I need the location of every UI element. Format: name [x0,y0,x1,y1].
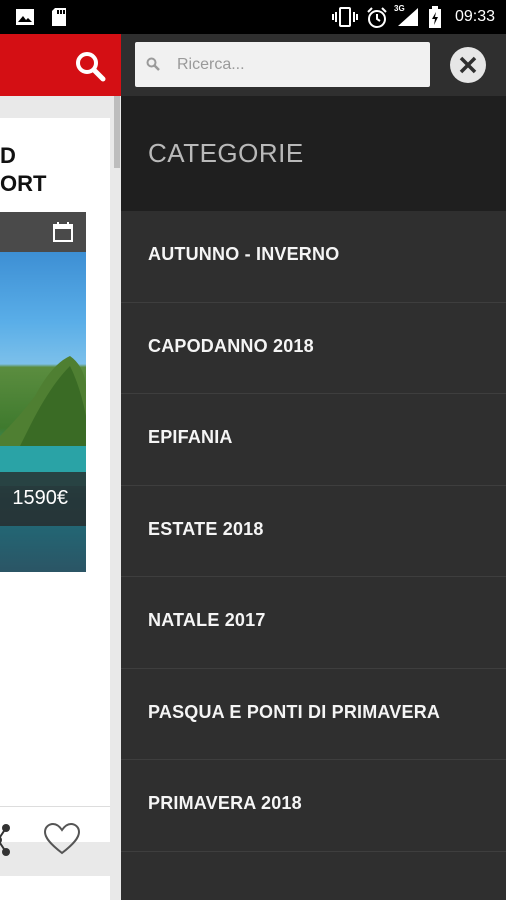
calendar-icon[interactable] [52,221,74,248]
category-item-epifania[interactable]: EPIFANIA [121,394,506,486]
network-type-label: 3G [394,4,405,13]
category-label: NATALE 2017 [148,610,266,630]
categories-header: CATEGORIE [121,96,506,211]
image-icon [15,7,35,32]
category-label: ESTATE 2018 [148,518,264,539]
drawer-search-bar [121,34,506,96]
search-box[interactable] [135,42,430,87]
search-icon [146,57,160,76]
category-label: PRIMAVERA 2018 [148,793,302,813]
search-icon[interactable] [73,49,107,83]
category-drawer: CATEGORIE AUTUNNO - INVERNO CAPODANNO 20… [121,34,506,900]
sd-card-icon [50,7,68,32]
background-app: D ORT 1590€ [0,34,121,900]
close-icon [459,56,477,74]
vibrate-icon [332,7,358,32]
category-item-autunno-inverno[interactable]: AUTUNNO - INVERNO [121,211,506,303]
status-time: 09:33 [454,8,495,25]
signal-icon: 3G [394,4,420,32]
card-divider [0,806,110,807]
category-list: AUTUNNO - INVERNO CAPODANNO 2018 EPIFANI… [121,211,506,852]
scrollbar[interactable] [114,96,120,168]
category-label: PASQUA E PONTI DI PRIMAVERA [148,701,441,722]
offer-image: 1590€ [0,252,86,572]
close-button[interactable] [450,47,486,83]
search-input[interactable] [177,42,422,87]
category-item-primavera-2018[interactable]: PRIMAVERA 2018 [121,760,506,852]
app-header [0,34,121,96]
price-box: 1590€ [0,472,86,526]
share-icon[interactable] [0,822,14,863]
category-label: AUTUNNO - INVERNO [148,244,340,264]
offer-price: 1590€ [12,487,68,509]
category-item-capodanno-2018[interactable]: CAPODANNO 2018 [121,303,506,394]
status-bar: 3G 09:33 [0,0,506,34]
categories-title: CATEGORIE [148,138,304,168]
alarm-icon [366,7,388,34]
category-item-pasqua-ponti-primavera[interactable]: PASQUA E PONTI DI PRIMAVERA [121,669,506,760]
date-bar [0,212,86,252]
heart-icon[interactable] [43,822,81,861]
island-illustration [0,356,86,486]
battery-charging-icon [428,6,442,33]
offer-card[interactable]: D ORT 1590€ [0,118,110,856]
category-item-natale-2017[interactable]: NATALE 2017 [121,577,506,669]
offer-card-next[interactable] [0,876,110,900]
category-label: CAPODANNO 2018 [148,335,314,356]
category-label: EPIFANIA [148,427,233,447]
offer-title: D ORT [0,143,47,196]
category-item-estate-2018[interactable]: ESTATE 2018 [121,486,506,577]
